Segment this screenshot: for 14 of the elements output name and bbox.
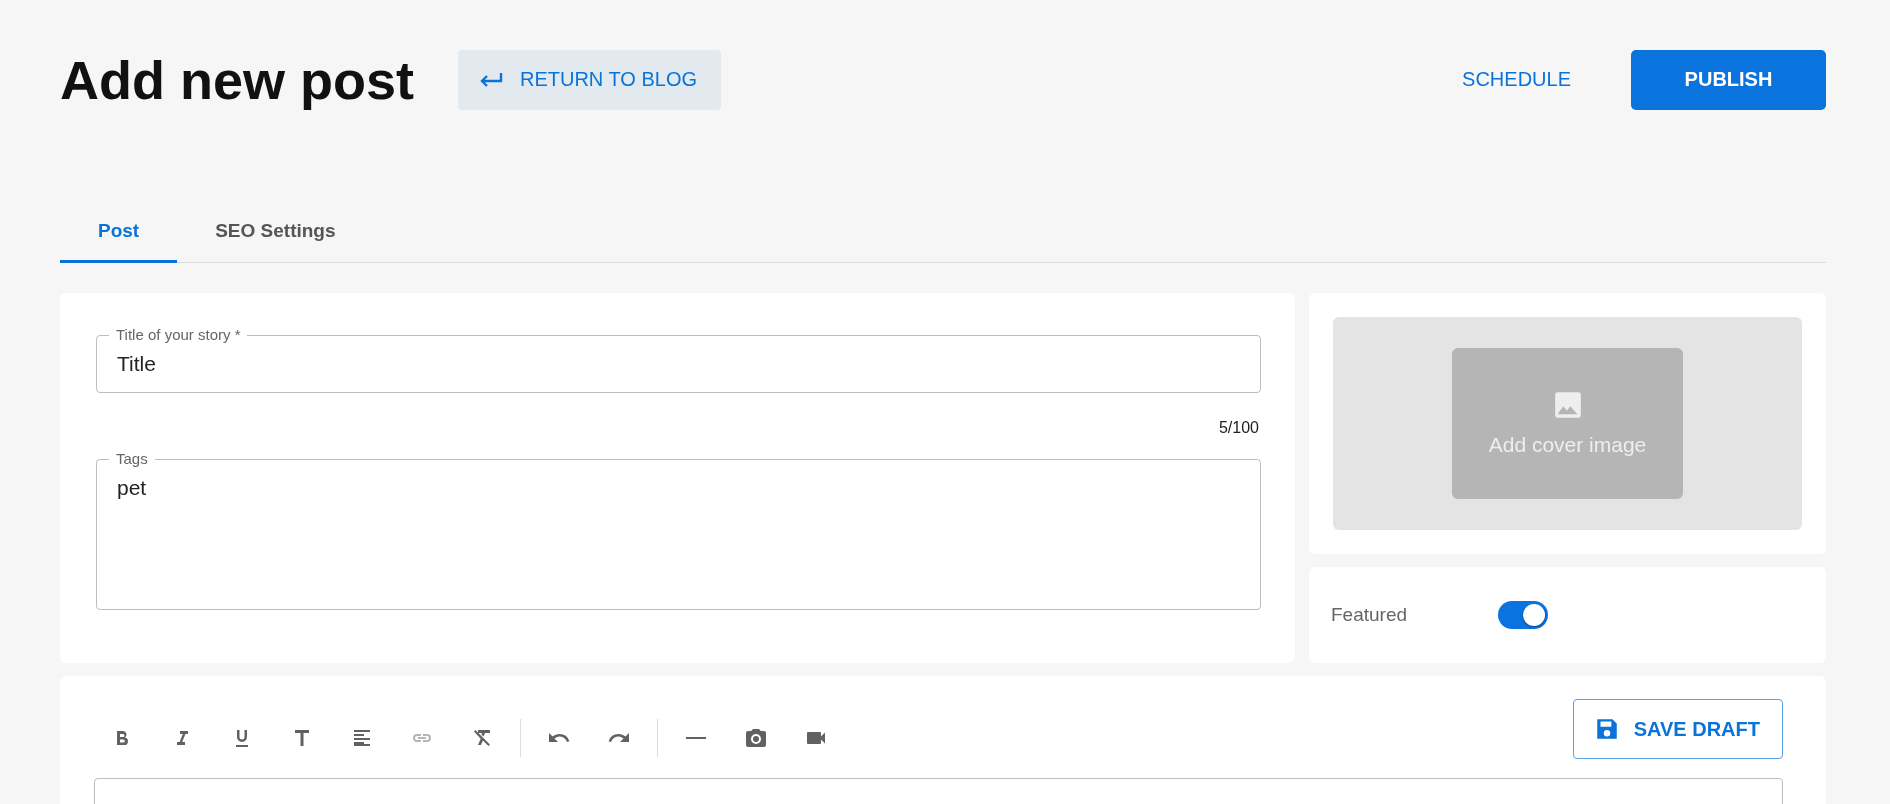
schedule-button[interactable]: SCHEDULE [1456, 67, 1577, 92]
return-to-blog-button[interactable]: RETURN TO BLOG [458, 49, 722, 110]
tab[interactable]: SEO Settings [177, 208, 374, 263]
horizontal-rule-icon [686, 736, 706, 740]
camera-icon [744, 726, 768, 750]
character-counter: 5/100 [1217, 419, 1259, 437]
image-icon [1553, 390, 1582, 419]
field-label: Title of your story * [109, 326, 248, 343]
featured-toggle[interactable] [1498, 601, 1548, 629]
tab[interactable]: Post [60, 208, 178, 263]
page-title: Add new post [60, 48, 414, 111]
save-draft-button[interactable]: SAVE DRAFT [1572, 699, 1783, 759]
publish-button[interactable]: PUBLISH [1631, 49, 1826, 110]
featured-label: Featured [1331, 604, 1409, 626]
